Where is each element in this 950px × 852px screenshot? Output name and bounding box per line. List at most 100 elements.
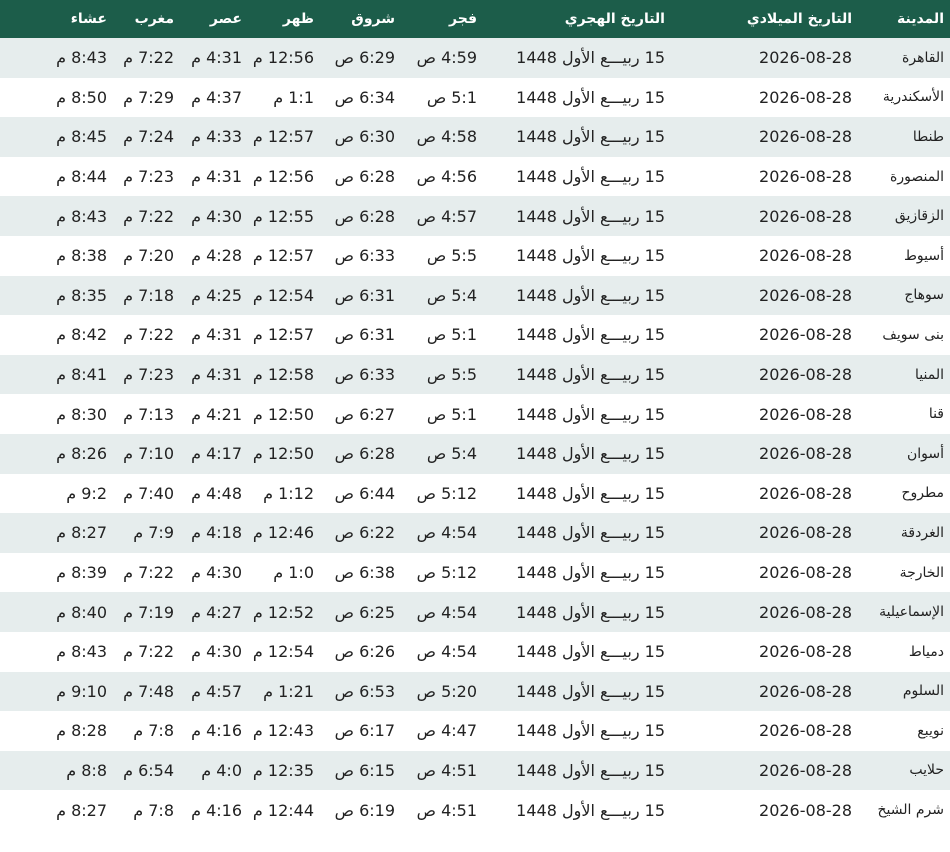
cell-fajr: 5:1 ص	[401, 77, 483, 118]
cell-fajr: 4:54 ص	[401, 513, 483, 553]
cell-maghrib: 7:18 م	[113, 275, 180, 316]
table-body: القاهرة 2026-08-28 15 ربيـــع الأول 1448 4:…	[0, 38, 950, 830]
header-hijri-date: التاريخ الهجري	[483, 0, 671, 38]
cell-fajr: 5:1 ص	[401, 315, 483, 355]
cell-isha: 8:43 م	[0, 631, 113, 672]
cell-maghrib: 7:13 م	[113, 394, 180, 434]
cell-maghrib: 7:19 م	[113, 592, 180, 632]
cell-asr: 4:28 م	[180, 235, 248, 276]
cell-fajr: 4:57 ص	[401, 196, 483, 236]
cell-hijri: 15 ربيـــع الأول 1448	[483, 631, 671, 672]
cell-hijri: 15 ربيـــع الأول 1448	[483, 473, 671, 514]
cell-asr: 4:37 م	[180, 77, 248, 118]
cell-dhuhr: 12:54 م	[248, 275, 320, 316]
table-row: حلايب 2026-08-28 15 ربيـــع الأول 1448 4:51…	[0, 750, 950, 791]
cell-greg: 2026-08-28	[671, 433, 858, 474]
table-row: نويبع 2026-08-28 15 ربيـــع الأول 1448 4:47…	[0, 711, 950, 751]
cell-dhuhr: 1:12 م	[248, 473, 320, 514]
cell-dhuhr: 12:46 م	[248, 513, 320, 553]
cell-hijri: 15 ربيـــع الأول 1448	[483, 117, 671, 157]
cell-greg: 2026-08-28	[671, 275, 858, 316]
cell-hijri: 15 ربيـــع الأول 1448	[483, 156, 671, 197]
cell-city: السلوم	[858, 671, 950, 712]
cell-shurooq: 6:19 ص	[320, 790, 401, 830]
cell-asr: 4:31 م	[180, 156, 248, 197]
table-row: بنى سويف 2026-08-28 15 ربيـــع الأول 1448 5…	[0, 315, 950, 355]
cell-city: شرم الشيخ	[858, 790, 950, 830]
cell-maghrib: 7:22 م	[113, 552, 180, 593]
header-gregorian-date: التاريخ الميلادي	[671, 0, 858, 38]
cell-hijri: 15 ربيـــع الأول 1448	[483, 513, 671, 553]
cell-city: الإسماعيلية	[858, 592, 950, 632]
cell-isha: 8:39 م	[0, 552, 113, 593]
header-row: المدينة التاريخ الميلادي التاريخ الهجري …	[0, 0, 950, 38]
cell-hijri: 15 ربيـــع الأول 1448	[483, 235, 671, 276]
cell-shurooq: 6:17 ص	[320, 711, 401, 751]
cell-maghrib: 7:23 م	[113, 354, 180, 395]
cell-dhuhr: 12:56 م	[248, 156, 320, 197]
cell-shurooq: 6:31 ص	[320, 275, 401, 316]
table-row: سوهاج 2026-08-28 15 ربيـــع الأول 1448 5:4 …	[0, 275, 950, 316]
cell-isha: 8:43 م	[0, 196, 113, 236]
cell-isha: 9:2 م	[0, 473, 113, 514]
cell-fajr: 4:54 ص	[401, 631, 483, 672]
cell-city: المنيا	[858, 354, 950, 395]
cell-shurooq: 6:29 ص	[320, 38, 401, 78]
cell-dhuhr: 12:43 م	[248, 711, 320, 751]
cell-maghrib: 6:54 م	[113, 750, 180, 791]
header-dhuhr: ظهر	[248, 0, 320, 38]
table-row: المنصورة 2026-08-28 15 ربيـــع الأول 1448 4…	[0, 156, 950, 197]
cell-city: الخارجة	[858, 552, 950, 593]
header-maghrib: مغرب	[113, 0, 180, 38]
table-row: قنا 2026-08-28 15 ربيـــع الأول 1448 5:1 ص6…	[0, 394, 950, 434]
cell-asr: 4:31 م	[180, 354, 248, 395]
cell-fajr: 4:51 ص	[401, 790, 483, 830]
header-city: المدينة	[858, 0, 950, 38]
cell-maghrib: 7:48 م	[113, 671, 180, 712]
cell-greg: 2026-08-28	[671, 394, 858, 434]
cell-shurooq: 6:27 ص	[320, 394, 401, 434]
cell-asr: 4:30 م	[180, 552, 248, 593]
cell-fajr: 4:54 ص	[401, 592, 483, 632]
cell-isha: 8:41 م	[0, 354, 113, 395]
cell-dhuhr: 12:44 م	[248, 790, 320, 830]
cell-city: القاهرة	[858, 38, 950, 78]
cell-asr: 4:30 م	[180, 631, 248, 672]
cell-greg: 2026-08-28	[671, 354, 858, 395]
table-row: أسوان 2026-08-28 15 ربيـــع الأول 1448 5:4 …	[0, 433, 950, 474]
cell-maghrib: 7:9 م	[113, 513, 180, 553]
cell-dhuhr: 12:58 م	[248, 354, 320, 395]
cell-fajr: 5:12 ص	[401, 552, 483, 593]
cell-fajr: 5:4 ص	[401, 433, 483, 474]
cell-dhuhr: 12:57 م	[248, 315, 320, 355]
cell-dhuhr: 1:0 م	[248, 552, 320, 593]
cell-maghrib: 7:22 م	[113, 315, 180, 355]
cell-greg: 2026-08-28	[671, 631, 858, 672]
cell-isha: 8:26 م	[0, 433, 113, 474]
cell-fajr: 4:56 ص	[401, 156, 483, 197]
cell-hijri: 15 ربيـــع الأول 1448	[483, 354, 671, 395]
cell-isha: 8:30 م	[0, 394, 113, 434]
cell-hijri: 15 ربيـــع الأول 1448	[483, 196, 671, 236]
cell-maghrib: 7:8 م	[113, 711, 180, 751]
cell-shurooq: 6:22 ص	[320, 513, 401, 553]
cell-shurooq: 6:33 ص	[320, 354, 401, 395]
cell-shurooq: 6:28 ص	[320, 156, 401, 197]
cell-greg: 2026-08-28	[671, 235, 858, 276]
cell-dhuhr: 12:50 م	[248, 394, 320, 434]
cell-dhuhr: 12:56 م	[248, 38, 320, 78]
cell-asr: 4:48 م	[180, 473, 248, 514]
cell-dhuhr: 1:21 م	[248, 671, 320, 712]
cell-isha: 8:45 م	[0, 117, 113, 157]
cell-fajr: 4:59 ص	[401, 38, 483, 78]
cell-dhuhr: 12:35 م	[248, 750, 320, 791]
header-fajr: فجر	[401, 0, 483, 38]
cell-greg: 2026-08-28	[671, 592, 858, 632]
cell-hijri: 15 ربيـــع الأول 1448	[483, 433, 671, 474]
cell-dhuhr: 12:50 م	[248, 433, 320, 474]
cell-maghrib: 7:10 م	[113, 433, 180, 474]
cell-asr: 4:18 م	[180, 513, 248, 553]
cell-isha: 8:50 م	[0, 77, 113, 118]
cell-shurooq: 6:31 ص	[320, 315, 401, 355]
cell-maghrib: 7:24 م	[113, 117, 180, 157]
